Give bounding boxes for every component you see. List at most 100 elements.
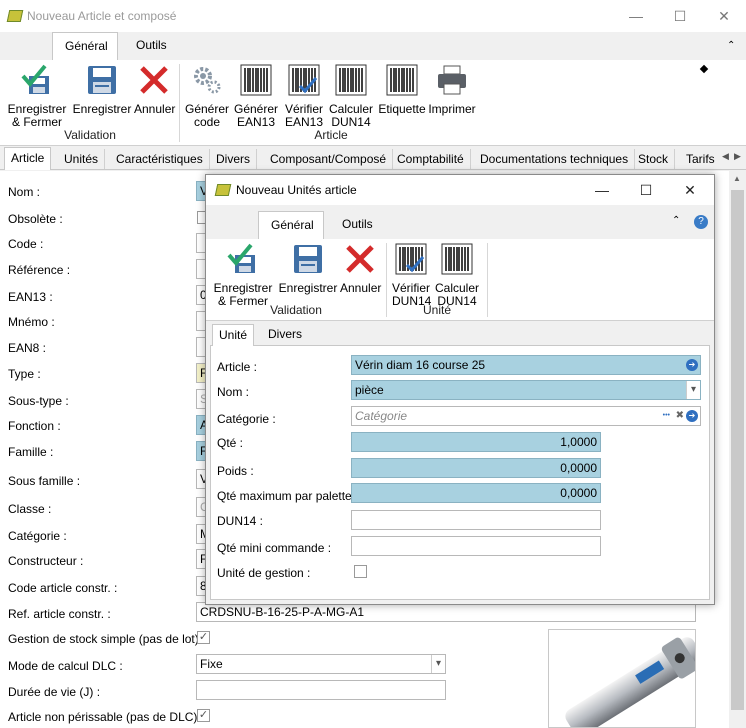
generate-ean13-button[interactable]: Générer EAN13 [233,64,279,129]
generate-code-button[interactable]: Générer code [184,64,230,129]
unites-dialog: Nouveau Unités article — ☐ ✕ Général Out… [205,174,715,605]
tab-comptabilite[interactable]: Comptabilité [391,149,471,169]
chevron-down-icon[interactable]: ▾ [686,381,700,399]
categorie-go-icon[interactable]: ➔ [686,410,698,422]
dialog-cancel-label: Annuler [340,281,382,295]
tab-documentations[interactable]: Documentations techniques [474,149,636,169]
label-classe: Classe : [8,502,52,516]
dialog-tab-general[interactable]: Général [258,211,324,239]
scroll-thumb[interactable] [731,190,744,710]
ribbon-pin-icon[interactable] [699,64,709,74]
dialog-app-icon [214,184,232,196]
dialog-titlebar: Nouveau Unités article — ☐ ✕ [206,175,714,205]
tab-caracteristiques[interactable]: Caractéristiques [110,149,210,169]
article-go-icon[interactable]: ➔ [686,359,698,371]
save-close-button[interactable]: Enregistrer & Fermer [6,64,68,129]
tab-scroll-right-icon[interactable]: ▶ [734,151,741,162]
help-icon[interactable]: ? [694,215,708,229]
dlg-nom-select[interactable]: pièce ▾ [351,380,701,400]
ribbon-collapse-icon[interactable]: ⌃ [727,40,737,51]
dialog-body: Unité Divers Article : Vérin diam 16 cou… [206,322,714,604]
minimize-button[interactable]: — [614,0,658,32]
dialog-cancel-button[interactable]: Annuler [340,243,382,295]
maximize-button[interactable]: ☐ [658,0,702,32]
dialog-minimize-button[interactable]: — [580,175,624,205]
mode-dlc-select[interactable]: Fixe ▾ [196,654,446,674]
dialog-tab-unite[interactable]: Unité [212,324,255,346]
tab-stock[interactable]: Stock [632,149,676,169]
dialog-save-close-button[interactable]: Enregistrer & Fermer [212,243,274,308]
dialog-maximize-button[interactable]: ☐ [624,175,668,205]
barcode-check-icon [288,64,320,96]
dialog-group-unite: Unité [422,303,451,317]
scroll-up-icon[interactable]: ▲ [733,174,741,183]
label-button[interactable]: Etiquette [378,64,426,116]
dlg-label-poids: Poids : [217,464,254,478]
dialog-save-label: Enregistrer [278,281,338,295]
label-nom: Nom : [8,185,41,199]
barcode-icon [335,64,367,96]
tab-composant[interactable]: Composant/Composé [264,149,394,169]
ref-constr-field[interactable]: CRDSNU-B-16-25-P-A-MG-A1 [196,602,696,622]
cancel-x-icon [346,245,374,273]
dialog-title: Nouveau Unités article [236,183,357,197]
save-label: Enregistrer [72,102,132,116]
close-button[interactable]: ✕ [702,0,746,32]
label-constructeur: Constructeur : [8,554,84,568]
barcode-icon [441,243,473,275]
label-sous-type: Sous-type : [8,394,69,408]
ellipsis-icon[interactable]: ••• [663,407,670,425]
label-mnemo: Mnémo : [8,315,55,329]
dlg-label-article: Article : [217,360,258,374]
label-ref-constr: Ref. article constr. : [8,607,111,621]
main-titlebar: Nouveau Article et composé — ☐ ✕ [0,0,746,32]
main-tabs: Article Unités Caractéristiques Divers C… [0,147,746,170]
calculate-dun14-button[interactable]: Calculer DUN14 [328,64,374,129]
label-reference: Référence : [8,263,71,277]
print-label: Imprimer [428,102,476,116]
product-image [548,629,696,728]
dialog-calculate-dun14-button[interactable]: Calculer DUN14 [434,243,480,308]
dlg-dun14-field[interactable] [351,510,601,530]
label-non-perissable: Article non périssable (pas de DLC) : [8,710,205,724]
gestion-stock-checkbox[interactable]: ✓ [197,631,210,644]
dlg-label-nom: Nom : [217,385,250,399]
dialog-save-button[interactable]: Enregistrer [278,243,338,295]
barcode-icon [240,64,272,96]
label-type: Type : [8,367,41,381]
label-obsolete: Obsolète : [8,212,63,226]
printer-icon [438,65,466,95]
verify-ean13-button[interactable]: Vérifier EAN13 [282,64,326,129]
print-button[interactable]: Imprimer [428,64,476,116]
dlg-qte-max-palette-field[interactable]: 0,0000 [351,483,601,503]
dialog-tab-divers[interactable]: Divers [262,324,308,344]
dlg-categorie-field[interactable]: Catégorie ••• ✖ ➔ [351,406,701,426]
tab-unites[interactable]: Unités [58,149,106,169]
ribbon-tab-outils[interactable]: Outils [124,32,179,58]
dlg-qte-mini-field[interactable] [351,536,601,556]
cancel-button[interactable]: Annuler [134,64,175,116]
chevron-down-icon[interactable]: ▾ [431,655,445,673]
dlg-qte-field[interactable]: 1,0000 [351,432,601,452]
dlg-poids-field[interactable]: 0,0000 [351,458,601,478]
dialog-close-button[interactable]: ✕ [668,175,712,205]
gears-icon [194,67,221,94]
dlg-article-field[interactable]: Vérin diam 16 course 25 ➔ [351,355,701,375]
verify-dun14-button[interactable]: Vérifier DUN14 [392,243,431,308]
non-perissable-checkbox[interactable]: ✓ [197,709,210,722]
save-button[interactable]: Enregistrer [72,64,132,116]
duree-vie-field[interactable] [196,680,446,700]
dialog-ribbon: Enregistrer & Fermer Enregistrer Annuler… [206,239,714,321]
main-ribbon: Enregistrer & Fermer Enregistrer Annuler… [0,60,746,146]
dlg-unite-gestion-checkbox[interactable] [354,565,367,578]
tab-divers[interactable]: Divers [210,149,258,169]
dialog-collapse-icon[interactable]: ⌃ [672,215,680,226]
main-scrollbar[interactable]: ▲ [729,170,746,728]
tab-article[interactable]: Article [4,147,52,170]
dialog-tab-outils[interactable]: Outils [330,211,385,237]
clear-icon[interactable]: ✖ [676,407,684,425]
dlg-label-qte-mini: Qté mini commande : [217,541,332,555]
ribbon-tab-general[interactable]: Général [52,32,118,60]
tab-scroll-left-icon[interactable]: ◀ [722,151,729,162]
tab-tarifs[interactable]: Tarifs [680,149,721,169]
